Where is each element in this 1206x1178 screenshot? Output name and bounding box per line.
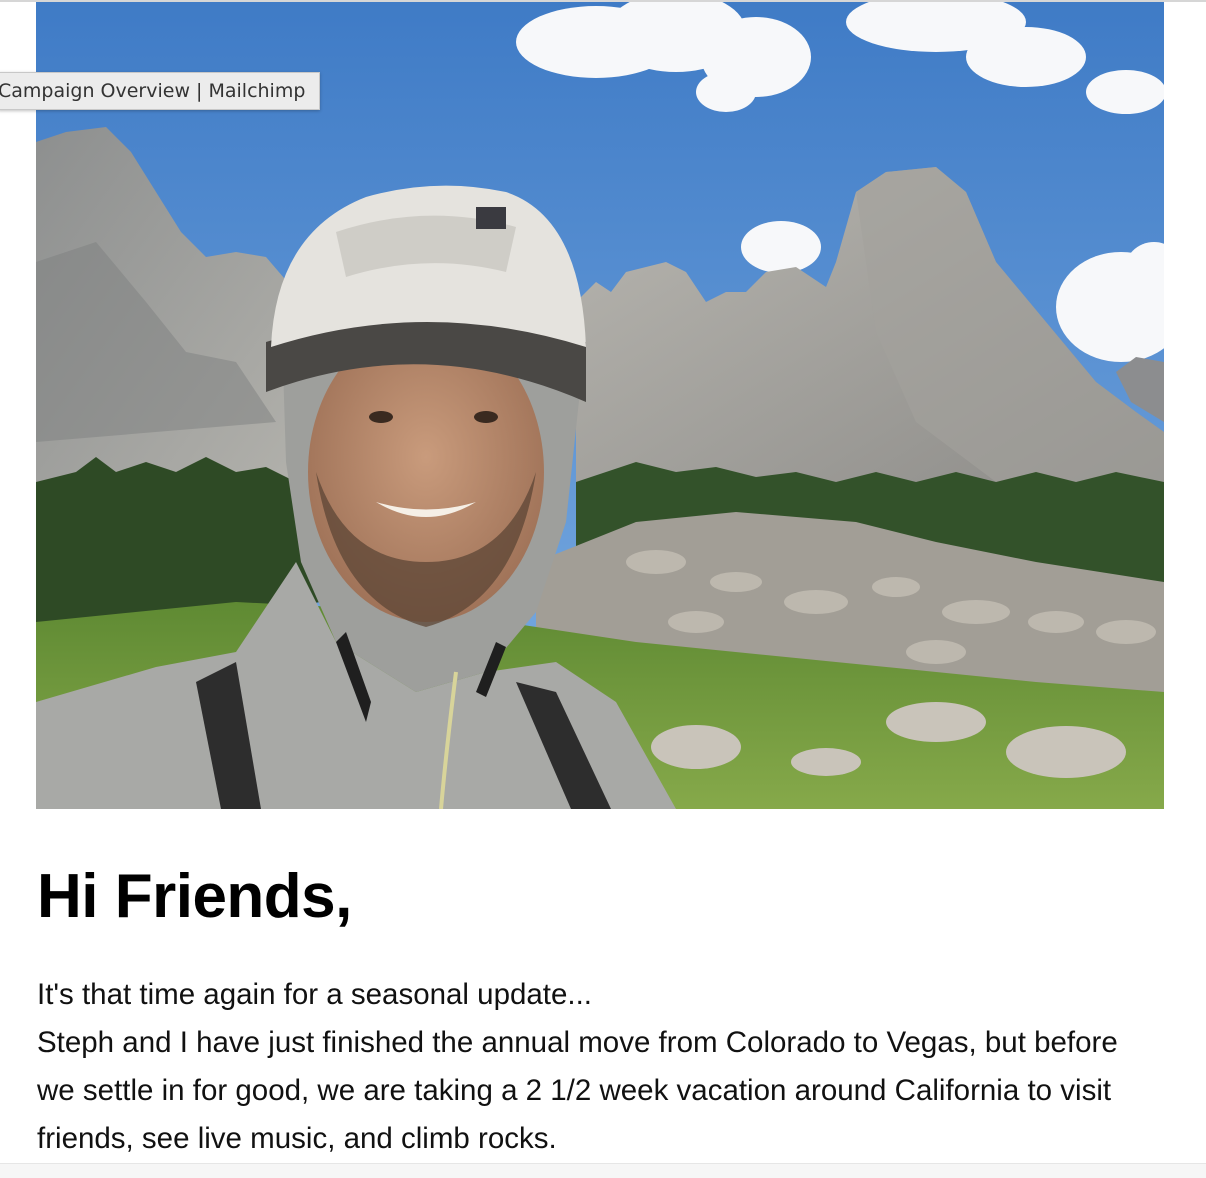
page-title-tooltip: Campaign Overview | Mailchimp (0, 72, 321, 110)
email-paragraph-update: Steph and I have just finished the annua… (37, 1026, 1118, 1155)
hero-image (36, 2, 1164, 809)
email-greeting: Hi Friends, (37, 862, 352, 931)
bottom-divider (0, 1163, 1206, 1178)
email-preview: Campaign Overview | Mailchimp Hi Friends… (0, 0, 1206, 1178)
email-body: It's that time again for a seasonal upda… (37, 971, 1147, 1163)
email-paragraph-intro: It's that time again for a seasonal upda… (37, 978, 592, 1011)
